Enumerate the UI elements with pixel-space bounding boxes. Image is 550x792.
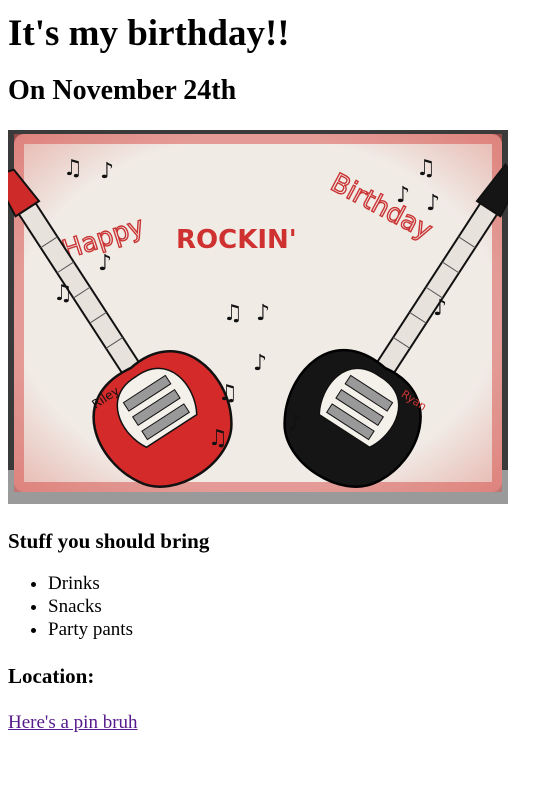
birthday-cake-image: Happy ROCKIN' Birthday Riley Ryan ♫ ♪ ♫♪…	[8, 130, 508, 504]
svg-text:♫: ♫	[416, 156, 436, 181]
list-item: Party pants	[48, 618, 542, 641]
svg-text:♪: ♪	[288, 411, 302, 436]
svg-text:♫: ♫	[53, 281, 73, 306]
page-content: It's my birthday!! On November 24th Happ…	[0, 12, 550, 735]
svg-text:♫: ♫	[208, 426, 228, 451]
bring-heading: Stuff you should bring	[8, 529, 210, 553]
svg-text:♪: ♪	[100, 159, 114, 184]
svg-text:♫: ♫	[223, 301, 243, 326]
date-heading: On November 24th	[8, 75, 237, 106]
svg-text:♪: ♪	[98, 251, 112, 276]
cake-text-rockin: ROCKIN'	[176, 225, 297, 255]
bring-list: Drinks Snacks Party pants	[8, 572, 542, 641]
svg-text:♪: ♪	[253, 351, 267, 376]
svg-text:♪: ♪	[426, 191, 440, 216]
svg-text:♪: ♪	[396, 183, 410, 208]
location-pin-link[interactable]: Here's a pin bruh	[8, 711, 138, 735]
location-heading: Location:	[8, 664, 95, 688]
page-title: It's my birthday!!	[8, 13, 290, 54]
svg-text:♪: ♪	[256, 301, 270, 326]
list-item: Drinks	[48, 572, 542, 595]
svg-text:♫: ♫	[218, 381, 238, 406]
svg-text:♫: ♫	[63, 156, 83, 181]
list-item: Snacks	[48, 595, 542, 618]
svg-text:♪: ♪	[433, 296, 447, 321]
